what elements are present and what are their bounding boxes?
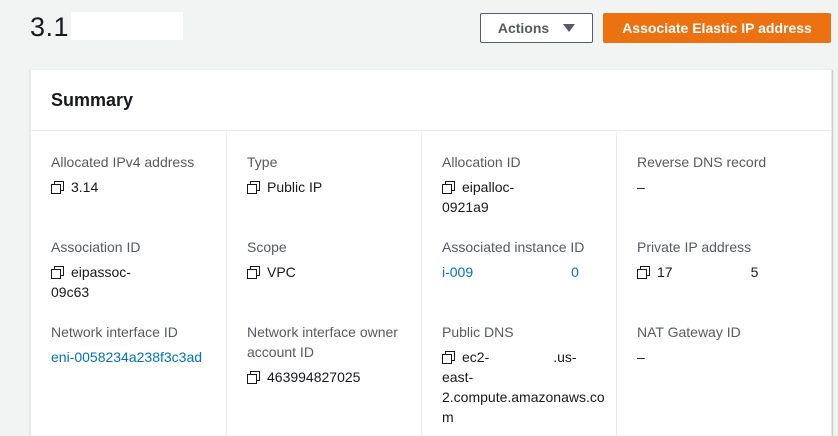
- field-value: –: [637, 179, 645, 195]
- public-dns-line4: m: [442, 409, 454, 425]
- actions-button-label: Actions: [497, 20, 550, 36]
- field-value: 463994827025: [247, 367, 413, 387]
- field-value: eipassoc- 09c63: [51, 262, 218, 302]
- summary-column-4: Reverse DNS record – Private IP address …: [616, 132, 831, 436]
- page-title-text: 3.1: [30, 12, 70, 42]
- field-value: ec2- .us- east- 2.compute.amazonaws.co m: [442, 347, 608, 427]
- field-label: Reverse DNS record: [637, 154, 767, 170]
- field-label: NAT Gateway ID: [637, 324, 741, 340]
- allocation-id-value-line2: 0921a9: [442, 199, 489, 215]
- field-label: Type: [247, 154, 278, 170]
- field-label: Allocated IPv4 address: [51, 154, 195, 170]
- field-value: i-009 0: [442, 262, 608, 282]
- instance-id-start: i-009: [442, 264, 474, 280]
- eni-owner-label-line2: account ID: [247, 344, 314, 360]
- nat-gateway-field: NAT Gateway ID –: [637, 322, 823, 367]
- redaction-block: [71, 11, 184, 40]
- copy-icon[interactable]: [51, 266, 64, 279]
- field-value: eipalloc- 0921a9: [442, 177, 608, 217]
- copy-icon[interactable]: [247, 371, 260, 384]
- summary-column-3: Allocation ID eipalloc- 0921a9 Associate…: [421, 132, 616, 436]
- association-id-field: Association ID eipassoc- 09c63: [51, 237, 218, 302]
- private-ip-start: 17: [657, 264, 673, 280]
- caret-down-icon: [563, 24, 576, 32]
- copy-icon[interactable]: [247, 181, 260, 194]
- field-value: 3.14: [51, 177, 218, 197]
- redaction-block: [89, 285, 172, 302]
- public-dns-line1-start: ec2-: [462, 349, 490, 365]
- actions-button[interactable]: Actions: [480, 13, 593, 43]
- field-label: Associated instance ID: [442, 239, 585, 255]
- copy-icon[interactable]: [442, 351, 455, 364]
- allocated-ipv4-value: 3.14: [71, 179, 99, 195]
- private-ip-field: Private IP address 17 5: [637, 237, 823, 282]
- redaction-block: [489, 350, 554, 367]
- summary-panel: Summary Allocated IPv4 address 3.14 Asso…: [30, 69, 832, 436]
- associated-instance-link[interactable]: i-009 0: [442, 264, 579, 282]
- field-value: –: [637, 349, 645, 365]
- public-dns-line1-end: .us-: [553, 349, 577, 365]
- copy-icon[interactable]: [442, 181, 455, 194]
- copy-icon[interactable]: [247, 266, 260, 279]
- summary-column-2: Type Public IP Scope VPC Network interfa…: [226, 132, 421, 436]
- field-label: Public DNS: [442, 324, 514, 340]
- type-value: Public IP: [267, 179, 323, 195]
- eni-owner-value: 463994827025: [267, 369, 361, 385]
- allocation-id-field: Allocation ID eipalloc- 0921a9: [442, 152, 608, 217]
- summary-column-1: Allocated IPv4 address 3.14 Association …: [31, 132, 226, 436]
- field-label: Association ID: [51, 239, 141, 255]
- field-value: 17 5: [637, 262, 823, 282]
- copy-icon[interactable]: [51, 181, 64, 194]
- type-field: Type Public IP: [247, 152, 413, 197]
- network-interface-id-field: Network interface ID eni-0058234a238f3c3…: [51, 322, 218, 367]
- associate-elastic-ip-button[interactable]: Associate Elastic IP address: [603, 13, 831, 43]
- summary-header: Summary: [31, 70, 831, 131]
- field-value: Public IP: [247, 177, 413, 197]
- public-dns-line3: 2.compute.amazonaws.co: [442, 389, 605, 405]
- field-label: Scope: [247, 239, 287, 255]
- reverse-dns-field: Reverse DNS record –: [637, 152, 823, 197]
- public-dns-field: Public DNS ec2- .us- east- 2.compute.amaz…: [442, 322, 608, 427]
- field-label: Private IP address: [637, 239, 752, 255]
- association-id-value-line2: 09c63: [51, 284, 90, 300]
- redaction-block: [672, 265, 751, 282]
- eni-link[interactable]: eni-0058234a238f3c3ad: [51, 349, 202, 365]
- redaction-block: [98, 180, 155, 197]
- field-label: Network interface ID: [51, 324, 178, 340]
- field-label: Allocation ID: [442, 154, 521, 170]
- associate-button-label: Associate Elastic IP address: [622, 20, 812, 36]
- summary-grid: Allocated IPv4 address 3.14 Association …: [31, 132, 831, 436]
- associated-instance-field: Associated instance ID i-009 0: [442, 237, 608, 282]
- field-value: VPC: [247, 262, 413, 282]
- eni-owner-label-line1: Network interface owner: [247, 324, 398, 340]
- association-id-value-line1: eipassoc-: [71, 264, 131, 280]
- redaction-block: [488, 200, 575, 217]
- summary-heading: Summary: [51, 90, 134, 110]
- copy-icon[interactable]: [637, 266, 650, 279]
- allocation-id-value-line1: eipalloc-: [462, 179, 515, 195]
- private-ip-end: 5: [750, 264, 759, 280]
- allocated-ipv4-field: Allocated IPv4 address 3.14: [51, 152, 218, 197]
- public-dns-line2: east-: [442, 369, 474, 385]
- eni-owner-field: Network interface owner account ID 46399…: [247, 322, 413, 387]
- redaction-block: [473, 265, 572, 282]
- field-value: eni-0058234a238f3c3ad: [51, 347, 218, 367]
- scope-value: VPC: [267, 264, 296, 280]
- instance-id-end: 0: [571, 264, 579, 280]
- page-title: 3.1: [30, 11, 184, 43]
- scope-field: Scope VPC: [247, 237, 413, 282]
- field-label: Network interface owner account ID: [247, 322, 413, 362]
